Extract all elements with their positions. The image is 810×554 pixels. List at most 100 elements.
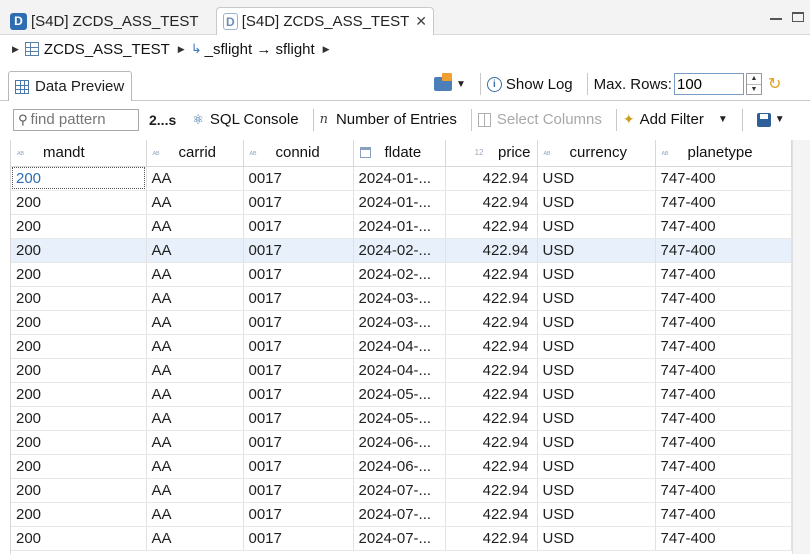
- table-cell-carrid[interactable]: AA: [146, 406, 244, 431]
- column-header-mandt[interactable]: ᴬᴮ mandt: [11, 140, 147, 167]
- table-cell-mandt[interactable]: 200: [11, 262, 147, 287]
- table-cell-price[interactable]: 422.94: [445, 430, 538, 455]
- table-cell-currency[interactable]: USD: [537, 382, 656, 407]
- table-cell-currency[interactable]: USD: [537, 214, 656, 239]
- table-cell-connid[interactable]: 0017: [243, 358, 354, 383]
- table-cell-planetype[interactable]: 747-400: [655, 286, 792, 311]
- table-cell-carrid[interactable]: AA: [146, 382, 244, 407]
- table-cell-currency[interactable]: USD: [537, 502, 656, 527]
- table-cell-fldate[interactable]: 2024-04-...: [353, 358, 446, 383]
- editor-tab-1[interactable]: D [S4D] ZCDS_ASS_TEST: [4, 7, 216, 35]
- chevron-right-icon[interactable]: ▶: [323, 44, 330, 55]
- table-row[interactable]: 200 AA 0017 2024-01-... 422.94 USD 747-400: [11, 166, 792, 191]
- table-cell-currency[interactable]: USD: [537, 238, 656, 263]
- table-cell-fldate[interactable]: 2024-03-...: [353, 310, 446, 335]
- table-cell-fldate[interactable]: 2024-07-...: [353, 478, 446, 503]
- table-cell-fldate[interactable]: 2024-05-...: [353, 382, 446, 407]
- table-cell-currency[interactable]: USD: [537, 286, 656, 311]
- table-row[interactable]: 200 AA 0017 2024-06-... 422.94 USD 747-400: [11, 454, 792, 479]
- table-cell-planetype[interactable]: 747-400: [655, 310, 792, 335]
- select-columns-button[interactable]: Select Columns: [477, 111, 602, 128]
- table-cell-price[interactable]: 422.94: [445, 358, 538, 383]
- table-row[interactable]: 200 AA 0017 2024-02-... 422.94 USD 747-400: [11, 262, 792, 287]
- table-cell-connid[interactable]: 0017: [243, 502, 354, 527]
- max-rows-input[interactable]: [673, 73, 744, 95]
- table-cell-price[interactable]: 422.94: [445, 406, 538, 431]
- table-row[interactable]: 200 AA 0017 2024-04-... 422.94 USD 747-400: [11, 358, 792, 383]
- table-cell-price[interactable]: 422.94: [445, 382, 538, 407]
- table-cell-carrid[interactable]: AA: [146, 310, 244, 335]
- table-cell-mandt[interactable]: 200: [11, 502, 147, 527]
- table-cell-carrid[interactable]: AA: [146, 478, 244, 503]
- table-cell-planetype[interactable]: 747-400: [655, 406, 792, 431]
- chevron-down-icon[interactable]: ▼: [456, 79, 466, 90]
- table-row[interactable]: 200 AA 0017 2024-03-... 422.94 USD 747-400: [11, 286, 792, 311]
- column-header-carrid[interactable]: ᴬᴮ carrid: [146, 140, 244, 167]
- table-cell-currency[interactable]: USD: [537, 262, 656, 287]
- spinner-up-icon[interactable]: ▲: [746, 74, 761, 85]
- table-cell-carrid[interactable]: AA: [146, 286, 244, 311]
- table-cell-mandt[interactable]: 200: [11, 406, 147, 431]
- table-cell-price[interactable]: 422.94: [445, 214, 538, 239]
- table-row[interactable]: 200 AA 0017 2024-01-... 422.94 USD 747-400: [11, 214, 792, 239]
- table-cell-fldate[interactable]: 2024-01-...: [353, 214, 446, 239]
- table-cell-carrid[interactable]: AA: [146, 334, 244, 359]
- sql-console-button[interactable]: ⚛ SQL Console: [192, 111, 298, 128]
- table-cell-fldate[interactable]: 2024-02-...: [353, 262, 446, 287]
- table-row[interactable]: 200 AA 0017 2024-05-... 422.94 USD 747-400: [11, 382, 792, 407]
- table-cell-fldate[interactable]: 2024-01-...: [353, 166, 446, 191]
- table-row[interactable]: 200 AA 0017 2024-07-... 422.94 USD 747-400: [11, 526, 792, 551]
- table-cell-planetype[interactable]: 747-400: [655, 382, 792, 407]
- table-cell-price[interactable]: 422.94: [445, 334, 538, 359]
- table-cell-price[interactable]: 422.94: [445, 454, 538, 479]
- chevron-right-icon[interactable]: ▶: [12, 44, 19, 55]
- maximize-icon[interactable]: [792, 12, 804, 22]
- table-cell-currency[interactable]: USD: [537, 478, 656, 503]
- table-cell-carrid[interactable]: AA: [146, 526, 244, 551]
- table-cell-mandt[interactable]: 200: [11, 478, 147, 503]
- table-cell-currency[interactable]: USD: [537, 406, 656, 431]
- table-cell-mandt[interactable]: 200: [11, 238, 147, 263]
- table-cell-connid[interactable]: 0017: [243, 286, 354, 311]
- table-cell-connid[interactable]: 0017: [243, 238, 354, 263]
- table-cell-planetype[interactable]: 747-400: [655, 166, 792, 191]
- table-cell-connid[interactable]: 0017: [243, 382, 354, 407]
- table-cell-price[interactable]: 422.94: [445, 190, 538, 215]
- table-cell-carrid[interactable]: AA: [146, 214, 244, 239]
- table-row[interactable]: 200 AA 0017 2024-07-... 422.94 USD 747-400: [11, 502, 792, 527]
- table-cell-mandt[interactable]: 200: [11, 334, 147, 359]
- table-cell-connid[interactable]: 0017: [243, 406, 354, 431]
- table-cell-fldate[interactable]: 2024-01-...: [353, 190, 446, 215]
- table-cell-planetype[interactable]: 747-400: [655, 454, 792, 479]
- table-cell-connid[interactable]: 0017: [243, 430, 354, 455]
- column-header-currency[interactable]: ᴬᴮ currency: [537, 140, 656, 167]
- table-cell-price[interactable]: 422.94: [445, 526, 538, 551]
- chevron-down-icon[interactable]: ▼: [718, 114, 728, 125]
- table-cell-planetype[interactable]: 747-400: [655, 430, 792, 455]
- table-cell-connid[interactable]: 0017: [243, 190, 354, 215]
- table-cell-connid[interactable]: 0017: [243, 454, 354, 479]
- spinner-down-icon[interactable]: ▼: [747, 85, 761, 95]
- table-cell-planetype[interactable]: 747-400: [655, 238, 792, 263]
- breadcrumb-item-view[interactable]: ZCDS_ASS_TEST: [44, 41, 170, 58]
- table-cell-price[interactable]: 422.94: [445, 166, 538, 191]
- table-cell-currency[interactable]: USD: [537, 430, 656, 455]
- table-cell-carrid[interactable]: AA: [146, 262, 244, 287]
- table-cell-planetype[interactable]: 747-400: [655, 262, 792, 287]
- show-log-button[interactable]: i Show Log: [486, 76, 573, 93]
- table-cell-mandt[interactable]: 200: [11, 526, 147, 551]
- chevron-down-icon[interactable]: ▼: [775, 114, 785, 125]
- column-header-planetype[interactable]: ᴬᴮ planetype: [655, 140, 792, 167]
- table-cell-planetype[interactable]: 747-400: [655, 358, 792, 383]
- minimize-icon[interactable]: [770, 12, 782, 20]
- table-row[interactable]: 200 AA 0017 2024-04-... 422.94 USD 747-400: [11, 334, 792, 359]
- table-cell-mandt[interactable]: 200: [11, 166, 147, 191]
- table-cell-mandt[interactable]: 200: [11, 310, 147, 335]
- refresh-icon[interactable]: ↻: [768, 74, 781, 94]
- table-cell-connid[interactable]: 0017: [243, 214, 354, 239]
- chevron-right-icon[interactable]: ▶: [178, 44, 185, 55]
- number-of-entries-button[interactable]: n Number of Entries: [320, 111, 457, 128]
- table-cell-connid[interactable]: 0017: [243, 310, 354, 335]
- table-cell-planetype[interactable]: 747-400: [655, 526, 792, 551]
- table-cell-planetype[interactable]: 747-400: [655, 214, 792, 239]
